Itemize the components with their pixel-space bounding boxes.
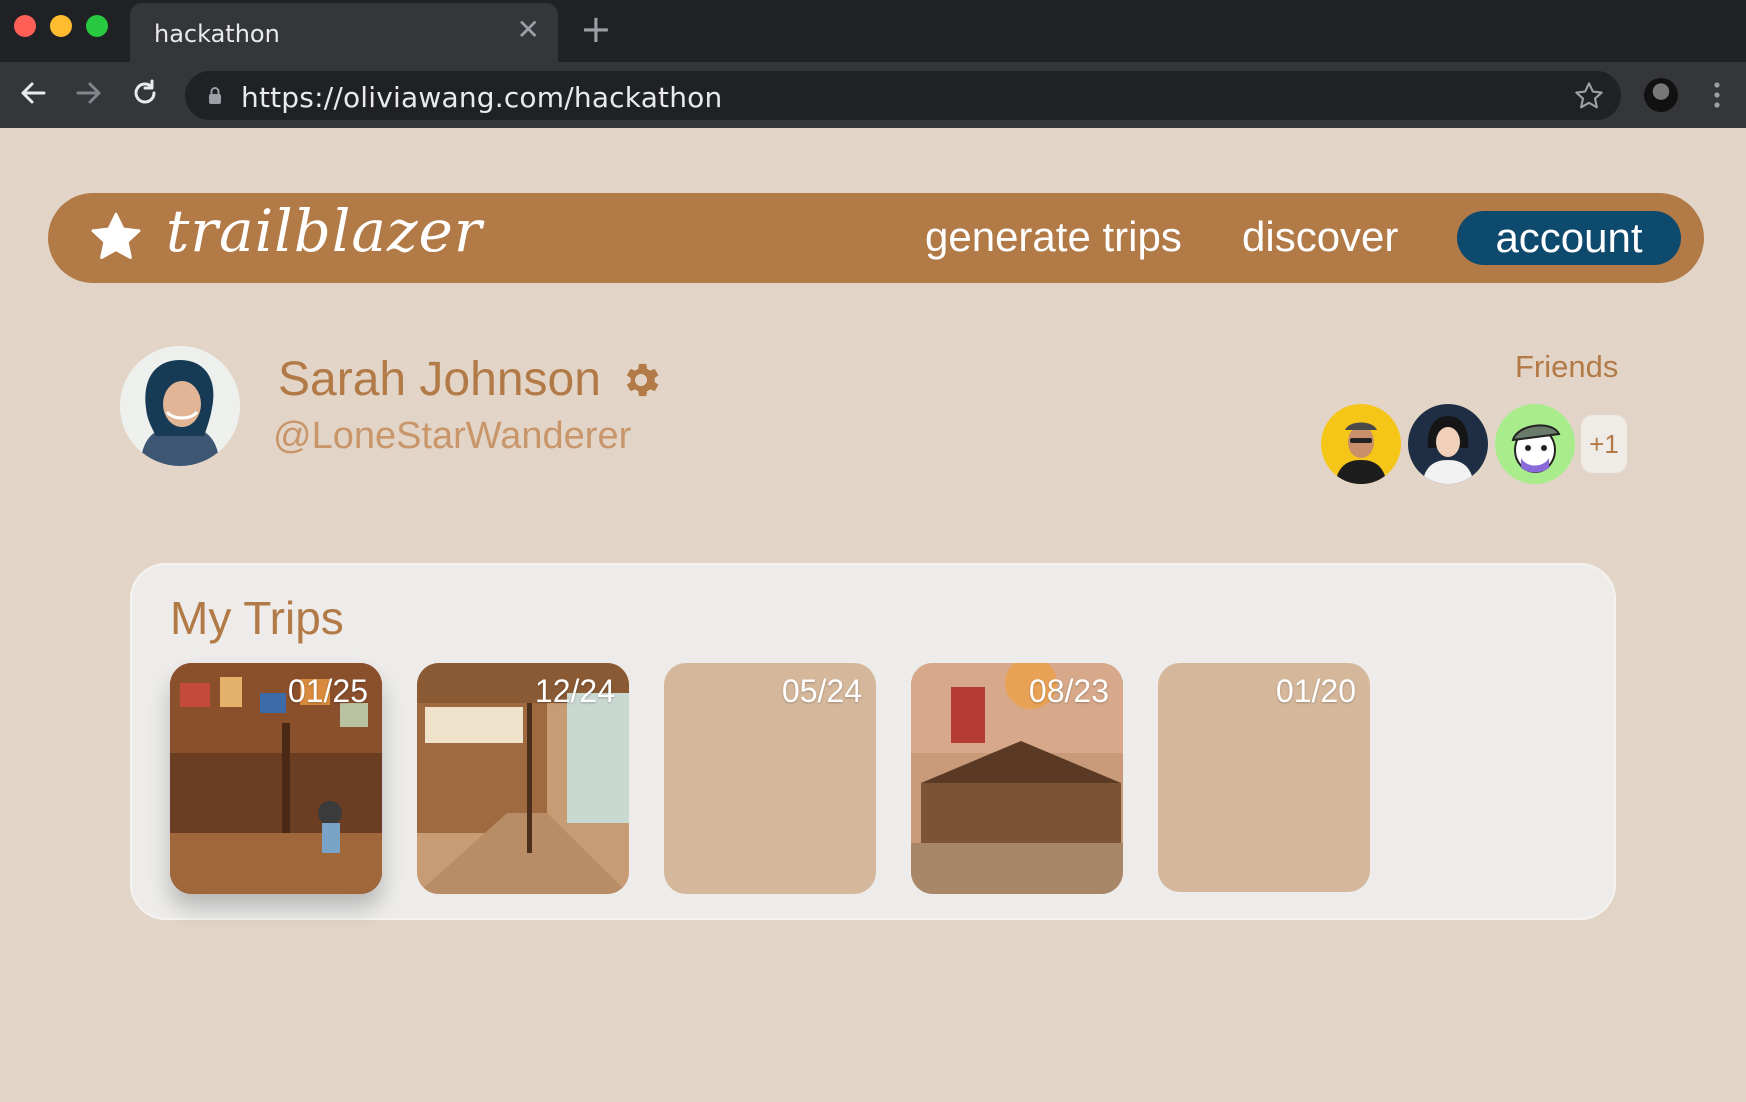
bookmark-star-icon[interactable] bbox=[1573, 80, 1605, 112]
address-bar[interactable]: https://oliviawang.com/hackathon bbox=[185, 71, 1621, 120]
browser-profile-avatar[interactable] bbox=[1644, 78, 1678, 112]
browser-tab[interactable]: hackathon ✕ bbox=[130, 3, 558, 62]
star-logo-icon bbox=[91, 212, 141, 259]
trip-card[interactable]: 01/20 bbox=[1158, 663, 1370, 892]
trip-card[interactable]: 12/24 bbox=[417, 663, 629, 894]
close-tab-icon[interactable]: ✕ bbox=[517, 16, 540, 44]
profile-avatar bbox=[120, 346, 240, 466]
browser-toolbar: https://oliviawang.com/hackathon bbox=[0, 62, 1746, 128]
friend-avatar[interactable] bbox=[1495, 404, 1575, 484]
nav-discover[interactable]: discover bbox=[1242, 213, 1398, 261]
lock-icon bbox=[209, 87, 221, 104]
new-tab-icon[interactable]: + bbox=[580, 10, 612, 48]
maximize-window-button[interactable] bbox=[86, 15, 108, 37]
trip-card[interactable]: 08/23 bbox=[911, 663, 1123, 894]
trip-date: 12/24 bbox=[534, 673, 615, 709]
back-arrow-icon[interactable] bbox=[18, 78, 48, 108]
friend-avatar[interactable] bbox=[1321, 404, 1401, 484]
tab-title: hackathon bbox=[154, 20, 280, 48]
browser-tab-strip: hackathon ✕ + bbox=[0, 0, 1746, 62]
trip-date: 01/20 bbox=[1275, 673, 1356, 709]
nav-generate-trips[interactable]: generate trips bbox=[925, 213, 1182, 261]
logo-wordmark[interactable]: trailblazer bbox=[166, 197, 483, 265]
minimize-window-button[interactable] bbox=[50, 15, 72, 37]
my-trips-title: My Trips bbox=[170, 592, 344, 644]
more-menu-icon[interactable] bbox=[1712, 80, 1722, 110]
profile-name: Sarah Johnson bbox=[278, 353, 601, 406]
url-text: https://oliviawang.com/hackathon bbox=[241, 81, 723, 114]
friend-avatar[interactable] bbox=[1408, 404, 1488, 484]
nav-account-button[interactable]: account bbox=[1457, 211, 1681, 265]
reload-icon[interactable] bbox=[130, 78, 160, 108]
my-trips-panel: My Trips 01/25 12/24 05/24 08/23 01/20 bbox=[130, 563, 1616, 920]
trip-card[interactable]: 01/25 bbox=[170, 663, 382, 894]
settings-gear-icon[interactable] bbox=[619, 358, 663, 402]
trip-date: 08/23 bbox=[1028, 673, 1109, 709]
friends-label: Friends bbox=[1515, 349, 1619, 384]
trip-date: 05/24 bbox=[781, 673, 862, 709]
more-friends-badge[interactable]: +1 bbox=[1581, 415, 1627, 473]
trip-card[interactable]: 05/24 bbox=[664, 663, 876, 894]
profile-handle: @LoneStarWanderer bbox=[273, 415, 632, 457]
close-window-button[interactable] bbox=[14, 15, 36, 37]
site-navbar: trailblazer generate trips discover acco… bbox=[48, 193, 1704, 283]
trip-date: 01/25 bbox=[287, 673, 368, 709]
forward-arrow-icon[interactable] bbox=[74, 78, 104, 108]
